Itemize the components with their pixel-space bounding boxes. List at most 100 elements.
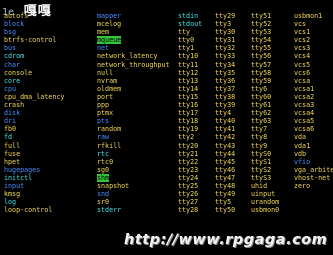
listing-entry: sr0 [97, 198, 110, 207]
listing-entry: port [97, 92, 114, 101]
listing-entry: rtc [97, 149, 110, 158]
listing-entry: log [4, 198, 17, 207]
listing-entry: btrfs-control [4, 36, 57, 45]
listing-entry: vcsa6 [294, 125, 315, 134]
listing-entry: disk [4, 109, 21, 118]
listing-entry: oldmem [97, 84, 122, 93]
listing-entry: vfio [294, 157, 311, 166]
listing-entry: tty47 [215, 173, 236, 182]
listing-entry: tty62 [251, 109, 272, 118]
listing-entry: tty60 [251, 92, 272, 101]
listing-entry: tty10 [178, 52, 199, 61]
listing-entry: vda [294, 133, 307, 142]
listing-entry: tty25 [178, 181, 199, 190]
listing-entry: tty15 [178, 92, 199, 101]
listing-entry: tty18 [178, 117, 199, 126]
listing-entry: fb0 [4, 125, 17, 134]
listing-entry: tty59 [251, 76, 272, 85]
listing-entry: fd [4, 133, 13, 142]
listing-entry: ttyS1 [251, 157, 272, 166]
listing-entry: vhost-net [294, 173, 331, 182]
listing-entry: tty63 [251, 117, 272, 126]
listing-entry: tty [178, 28, 191, 37]
listing-entry: tty5 [215, 198, 232, 207]
listing-entry: mcelog [97, 20, 122, 29]
listing-entry: bsg [4, 28, 17, 37]
listing-entry: rtc0 [97, 157, 114, 166]
listing-entry: tty39 [215, 101, 236, 110]
listing-entry: tty13 [178, 76, 199, 85]
listing-entry: tty43 [215, 141, 236, 150]
listing-entry: tty12 [178, 68, 199, 77]
listing-entry: pts [97, 117, 110, 126]
listing-entry: autofs [4, 12, 29, 20]
listing-entry: cdrom [4, 52, 25, 61]
listing-entry: tty14 [178, 84, 199, 93]
listing-entry: core [4, 76, 21, 85]
listing-entry: tty50 [215, 206, 236, 215]
listing-entry: usbmon1 [294, 12, 323, 20]
listing-entry: full [4, 141, 21, 150]
listing-entry: tty11 [178, 60, 199, 69]
listing-entry: vcsa [294, 76, 311, 85]
listing-entry: vga_arbiter [294, 165, 333, 174]
listing-entry: tty30 [215, 28, 236, 37]
listing-entry: tty52 [251, 20, 272, 29]
listing-entry: tty33 [215, 52, 236, 61]
listing-entry: vcsa3 [294, 101, 315, 110]
listing-entry: sg0 [97, 165, 110, 174]
listing-entry: tty29 [215, 12, 236, 20]
listing-entry: null [97, 68, 114, 77]
listing-entry: tty9 [251, 141, 268, 150]
listing-entry: tty7 [251, 125, 268, 134]
listing-entry: tty35 [215, 68, 236, 77]
listing-entry: tty20 [178, 141, 199, 150]
listing-entry: vcs2 [294, 36, 311, 45]
listing-entry: tty48 [215, 181, 236, 190]
listing-entry: tty21 [178, 149, 199, 158]
listing-entry: vcs5 [294, 60, 311, 69]
listing-entry: tty26 [178, 190, 199, 199]
listing-entry: tty23 [178, 165, 199, 174]
listing-entry: char [4, 60, 21, 69]
listing-entry: tty42 [215, 133, 236, 142]
listing-entry: vcsa2 [294, 92, 315, 101]
listing-entry: uhid [251, 181, 268, 190]
listing-entry: vcs3 [294, 44, 311, 53]
listing-entry: tty32 [215, 44, 236, 53]
listing-entry: bus [4, 44, 17, 53]
listing-entry: tty61 [251, 101, 272, 110]
listing-entry: vcsa5 [294, 117, 315, 126]
listing-entry: tty54 [251, 36, 272, 45]
listing-entry: input [4, 181, 25, 190]
listing-entry: vcs [294, 20, 307, 29]
listing-entry: tty40 [215, 117, 236, 126]
listing-entry: ttyS2 [251, 165, 272, 174]
listing-entry: kmsg [4, 190, 21, 199]
listing-entry: tty57 [251, 60, 272, 69]
listing-entry: vcs4 [294, 52, 311, 61]
listing-entry: loop-control [4, 206, 53, 215]
listing-entry: tty31 [215, 36, 236, 45]
listing-entry: tty4 [215, 109, 232, 118]
listing-entry: urandom [251, 198, 280, 207]
listing-entry: ttyS0 [251, 149, 272, 158]
listing-entry: initctl [4, 173, 33, 182]
listing-entry: tty46 [215, 165, 236, 174]
listing-entry: tty37 [215, 84, 236, 93]
listing-entry: crash [4, 101, 25, 110]
listing-entry: tty41 [215, 125, 236, 134]
listing-entry: network_latency [97, 52, 158, 61]
listing-entry: cpu [4, 84, 17, 93]
listing-entry: vcs6 [294, 68, 311, 77]
listing-entry: tty6 [251, 84, 268, 93]
listing-entry: mem [97, 28, 110, 37]
listing-entry: tty55 [251, 44, 272, 53]
listing-entry: tty3 [215, 20, 232, 29]
listing-entry: tty53 [251, 28, 272, 37]
listing-entry: random [97, 125, 122, 134]
terminal-window[interactable]: 1e 嘎嘎 autofs mapper stdin tty29 tty51 usbmon1… [0, 0, 333, 255]
listing-entry: vcsa1 [294, 84, 315, 93]
listing-entry: ttyS3 [251, 173, 272, 182]
listing-entry: vcs1 [294, 28, 311, 37]
